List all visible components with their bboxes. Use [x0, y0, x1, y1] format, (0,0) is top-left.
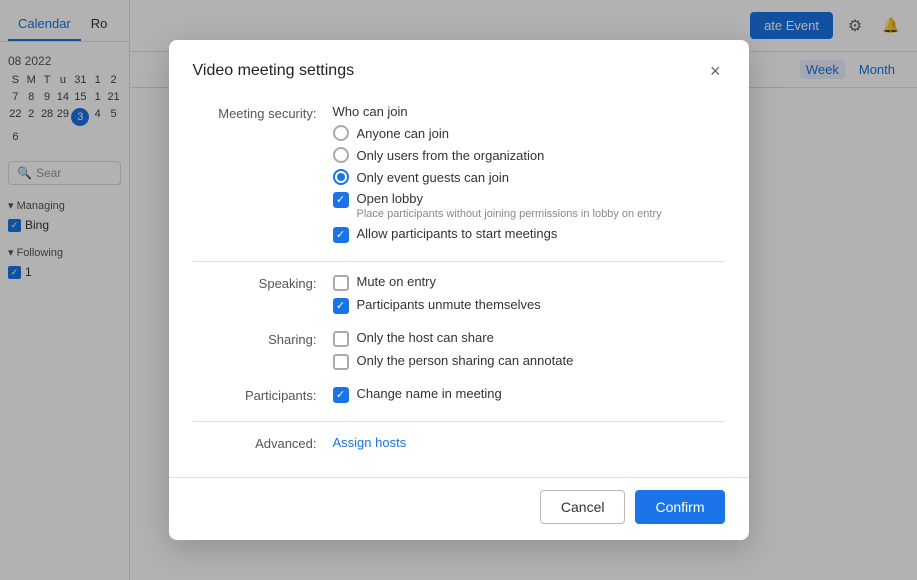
divider-1: [193, 261, 725, 262]
change-name-option[interactable]: Change name in meeting: [333, 386, 725, 403]
open-lobby-text-block: Open lobby Place participants without jo…: [357, 191, 662, 220]
advanced-label: Advanced:: [193, 434, 333, 451]
mute-on-entry-label: Mute on entry: [357, 274, 437, 289]
modal-overlay: Video meeting settings × Meeting securit…: [0, 0, 917, 580]
org-radio[interactable]: [333, 147, 349, 163]
change-name-label: Change name in meeting: [357, 386, 502, 401]
annotate-option[interactable]: Only the person sharing can annotate: [333, 353, 725, 370]
close-icon[interactable]: ×: [706, 58, 725, 84]
who-can-join-title: Who can join: [333, 104, 725, 119]
meeting-security-content: Who can join Anyone can join Only users …: [333, 104, 725, 249]
org-users-option[interactable]: Only users from the organization: [333, 147, 725, 163]
sharing-label: Sharing:: [193, 330, 333, 347]
modal-header: Video meeting settings ×: [169, 40, 749, 96]
host-share-checkbox[interactable]: [333, 331, 349, 347]
sharing-section: Sharing: Only the host can share Only th…: [193, 330, 725, 376]
speaking-section: Speaking: Mute on entry Participants unm…: [193, 274, 725, 320]
guests-label: Only event guests can join: [357, 170, 509, 185]
open-lobby-option[interactable]: Open lobby Place participants without jo…: [333, 191, 725, 220]
unmute-checkbox[interactable]: [333, 298, 349, 314]
host-share-option[interactable]: Only the host can share: [333, 330, 725, 347]
participants-section: Participants: Change name in meeting: [193, 386, 725, 409]
mute-on-entry-option[interactable]: Mute on entry: [333, 274, 725, 291]
open-lobby-desc: Place participants without joining permi…: [357, 208, 662, 220]
org-label: Only users from the organization: [357, 148, 545, 163]
annotate-label: Only the person sharing can annotate: [357, 353, 574, 368]
allow-start-label: Allow participants to start meetings: [357, 226, 558, 241]
video-meeting-settings-modal: Video meeting settings × Meeting securit…: [169, 40, 749, 540]
participants-content: Change name in meeting: [333, 386, 725, 409]
assign-hosts-link[interactable]: Assign hosts: [333, 435, 407, 450]
open-lobby-checkbox[interactable]: [333, 192, 349, 208]
sharing-content: Only the host can share Only the person …: [333, 330, 725, 376]
advanced-content: Assign hosts: [333, 434, 725, 450]
guests-radio[interactable]: [333, 169, 349, 185]
modal-body: Meeting security: Who can join Anyone ca…: [169, 96, 749, 477]
confirm-button[interactable]: Confirm: [635, 490, 724, 524]
annotate-checkbox[interactable]: [333, 354, 349, 370]
event-guests-option[interactable]: Only event guests can join: [333, 169, 725, 185]
allow-start-checkbox[interactable]: [333, 227, 349, 243]
anyone-label: Anyone can join: [357, 126, 450, 141]
open-lobby-label: Open lobby: [357, 191, 662, 206]
host-share-label: Only the host can share: [357, 330, 494, 345]
change-name-checkbox[interactable]: [333, 387, 349, 403]
meeting-security-label: Meeting security:: [193, 104, 333, 121]
cancel-button[interactable]: Cancel: [540, 490, 626, 524]
anyone-radio[interactable]: [333, 125, 349, 141]
advanced-section: Advanced: Assign hosts: [193, 434, 725, 451]
divider-2: [193, 421, 725, 422]
allow-start-option[interactable]: Allow participants to start meetings: [333, 226, 725, 243]
anyone-can-join-option[interactable]: Anyone can join: [333, 125, 725, 141]
modal-title: Video meeting settings: [193, 62, 355, 80]
meeting-security-section: Meeting security: Who can join Anyone ca…: [193, 104, 725, 249]
unmute-themselves-option[interactable]: Participants unmute themselves: [333, 297, 725, 314]
mute-on-entry-checkbox[interactable]: [333, 275, 349, 291]
speaking-content: Mute on entry Participants unmute themse…: [333, 274, 725, 320]
speaking-label: Speaking:: [193, 274, 333, 291]
modal-footer: Cancel Confirm: [169, 477, 749, 540]
unmute-label: Participants unmute themselves: [357, 297, 541, 312]
participants-label: Participants:: [193, 386, 333, 403]
